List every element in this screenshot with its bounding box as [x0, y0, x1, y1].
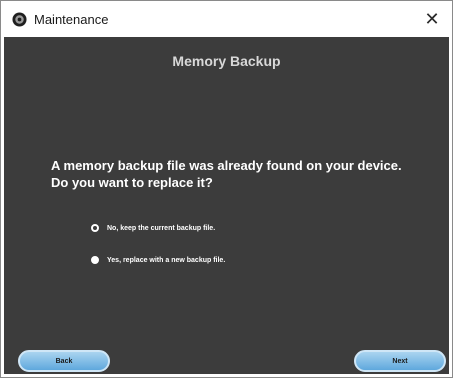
- question-text: A memory backup file was already found o…: [51, 158, 402, 190]
- radio-keep-backup[interactable]: [91, 224, 99, 232]
- next-button[interactable]: Next: [354, 350, 446, 372]
- radio-replace-backup[interactable]: [91, 256, 99, 264]
- option-replace-backup-label: Yes, replace with a new backup file.: [107, 256, 226, 264]
- back-button[interactable]: Back: [18, 350, 110, 372]
- app-logo-icon: [12, 12, 27, 27]
- close-button[interactable]: ✕: [412, 1, 452, 37]
- dialog-panel: Memory Backup A memory backup file was a…: [4, 37, 449, 374]
- title-bar: Maintenance ✕: [1, 1, 452, 37]
- page-title: Memory Backup: [172, 53, 281, 69]
- option-replace-backup[interactable]: Yes, replace with a new backup file.: [91, 256, 225, 264]
- maintenance-window: Maintenance ✕ Memory Backup A memory bac…: [0, 0, 453, 378]
- close-icon: ✕: [424, 8, 440, 29]
- window-title: Maintenance: [34, 12, 109, 27]
- option-keep-backup-label: No, keep the current backup file.: [107, 224, 216, 232]
- option-keep-backup[interactable]: No, keep the current backup file.: [91, 224, 215, 232]
